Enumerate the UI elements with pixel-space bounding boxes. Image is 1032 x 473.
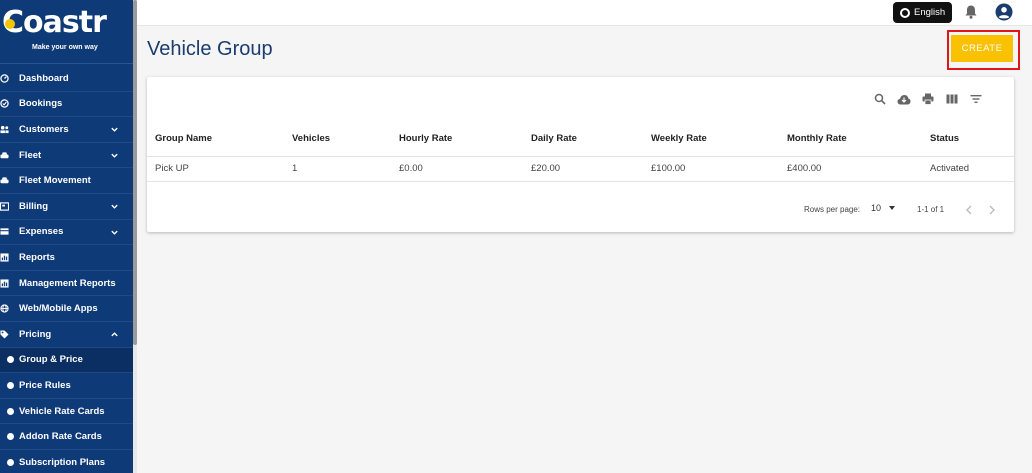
sidebar-item-label: Pricing bbox=[19, 328, 52, 340]
pagination-range: 1-1 of 1 bbox=[917, 205, 945, 214]
globe-icon bbox=[0, 304, 9, 313]
print-icon[interactable] bbox=[916, 92, 940, 106]
column-header-weekly-rate[interactable]: Weekly Rate bbox=[651, 133, 707, 144]
column-header-status[interactable]: Status bbox=[930, 133, 959, 144]
sidebar-subitem-subscription-plans[interactable]: Subscription Plans bbox=[0, 450, 133, 473]
sidebar-scrollbar[interactable] bbox=[133, 0, 137, 473]
reports-icon bbox=[0, 278, 9, 288]
column-header-hourly-rate[interactable]: Hourly Rate bbox=[399, 133, 452, 144]
sidebar-subitem-label: Subscription Plans bbox=[19, 456, 106, 468]
sidebar-item-label: Reports bbox=[19, 251, 55, 263]
language-label: English bbox=[914, 7, 946, 18]
rows-per-page-select[interactable]: 10 bbox=[871, 203, 896, 213]
header-divider bbox=[147, 156, 1014, 157]
sidebar-item-label: Billing bbox=[19, 200, 49, 212]
search-icon[interactable] bbox=[868, 92, 892, 106]
caret-down-icon bbox=[888, 206, 895, 210]
cell-group-name: Pick UP bbox=[155, 163, 189, 174]
rows-per-page-label: Rows per page: bbox=[804, 205, 861, 214]
column-header-monthly-rate[interactable]: Monthly Rate bbox=[787, 133, 847, 144]
car-icon bbox=[0, 151, 9, 160]
download-icon[interactable] bbox=[892, 92, 916, 106]
sidebar-item-pricing[interactable]: Pricing bbox=[0, 322, 133, 348]
page-title: Vehicle Group bbox=[147, 38, 273, 60]
cell-daily-rate: £20.00 bbox=[531, 163, 561, 174]
sidebar-item-web-mobile-apps[interactable]: Web/Mobile Apps bbox=[0, 296, 133, 322]
chevron-down-icon bbox=[111, 204, 118, 209]
expenses-icon bbox=[0, 227, 9, 236]
sidebar-subitem-addon-rate-cards[interactable]: Addon Rate Cards bbox=[0, 424, 133, 450]
check-circle-icon bbox=[0, 99, 9, 109]
create-button[interactable]: CREATE bbox=[951, 35, 1013, 62]
column-header-group-name[interactable]: Group Name bbox=[155, 133, 212, 144]
dashboard-icon bbox=[0, 74, 9, 83]
sidebar-subitem-group-price[interactable]: Group & Price bbox=[0, 347, 133, 374]
sidebar-item-label: Expenses bbox=[19, 226, 64, 238]
sidebar-subitem-label: Price Rules bbox=[19, 379, 71, 391]
sidebar-item-label: Fleet bbox=[19, 149, 42, 161]
bullet-icon bbox=[7, 381, 14, 389]
account-circle-icon[interactable] bbox=[995, 3, 1013, 21]
sidebar-item-fleet-movement[interactable]: Fleet Movement bbox=[0, 168, 133, 194]
sidebar-item-label: Bookings bbox=[19, 98, 63, 110]
sidebar-nav: Dashboard Bookings Customers Fleet Fleet… bbox=[0, 66, 133, 473]
column-header-daily-rate[interactable]: Daily Rate bbox=[531, 133, 577, 144]
language-button[interactable]: English bbox=[893, 2, 952, 23]
logo-wordmark: Coastr bbox=[2, 6, 107, 40]
sidebar-item-dashboard[interactable]: Dashboard bbox=[0, 66, 133, 92]
reports-icon bbox=[0, 253, 9, 262]
bullet-icon bbox=[7, 458, 14, 466]
sidebar-item-label: Management Reports bbox=[19, 277, 116, 289]
cell-weekly-rate: £100.00 bbox=[651, 163, 686, 174]
chevron-left-icon[interactable] bbox=[965, 205, 973, 215]
route-icon bbox=[0, 176, 9, 185]
cell-hourly-rate: £0.00 bbox=[399, 163, 423, 174]
chevron-up-icon bbox=[111, 332, 118, 337]
billing-icon bbox=[0, 202, 9, 211]
sidebar-item-expenses[interactable]: Expenses bbox=[0, 220, 133, 246]
sidebar-subitem-price-rules[interactable]: Price Rules bbox=[0, 373, 133, 399]
sidebar-item-reports[interactable]: Reports bbox=[0, 245, 133, 271]
sidebar-item-customers[interactable]: Customers bbox=[0, 117, 133, 143]
sidebar-subitem-label: Group & Price bbox=[19, 354, 83, 366]
cell-vehicles: 1 bbox=[292, 163, 298, 174]
bullet-icon bbox=[7, 356, 14, 364]
sidebar-item-label: Customers bbox=[19, 123, 69, 135]
sidebar-subitem-label: Addon Rate Cards bbox=[19, 431, 102, 443]
vehicle-group-table: Group Name Vehicles Hourly Rate Daily Ra… bbox=[147, 77, 1014, 232]
top-bar: English bbox=[137, 0, 1032, 26]
sidebar-item-label: Web/Mobile Apps bbox=[19, 303, 98, 315]
bullet-icon bbox=[7, 433, 14, 441]
column-header-vehicles[interactable]: Vehicles bbox=[292, 133, 330, 144]
sidebar-item-billing[interactable]: Billing bbox=[0, 194, 133, 220]
rows-per-page-value: 10 bbox=[871, 203, 882, 213]
sidebar-item-label: Dashboard bbox=[19, 72, 69, 84]
sidebar-subitem-vehicle-rate-cards[interactable]: Vehicle Rate Cards bbox=[0, 399, 133, 425]
sidebar: Coastr Make your own way Dashboard Booki… bbox=[0, 0, 137, 473]
logo-tagline: Make your own way bbox=[32, 44, 98, 51]
sidebar-subitem-label: Vehicle Rate Cards bbox=[19, 405, 105, 417]
tag-icon bbox=[0, 330, 9, 339]
brand-logo[interactable]: Coastr Make your own way bbox=[0, 0, 133, 64]
table-toolbar bbox=[868, 92, 988, 106]
sidebar-item-fleet[interactable]: Fleet bbox=[0, 143, 133, 169]
filter-list-icon[interactable] bbox=[964, 92, 988, 106]
chevron-down-icon bbox=[111, 153, 118, 158]
view-columns-icon[interactable] bbox=[940, 92, 964, 106]
cell-status: Activated bbox=[930, 163, 970, 174]
scrollbar-thumb[interactable] bbox=[133, 0, 137, 345]
sidebar-item-label: Fleet Movement bbox=[19, 175, 91, 187]
language-icon bbox=[900, 7, 910, 18]
row-divider bbox=[147, 181, 1014, 182]
sidebar-item-bookings[interactable]: Bookings bbox=[0, 92, 133, 118]
users-icon bbox=[0, 125, 9, 134]
chevron-down-icon bbox=[111, 230, 118, 235]
chevron-right-icon[interactable] bbox=[988, 205, 996, 215]
chevron-down-icon bbox=[111, 127, 118, 132]
sidebar-item-management-reports[interactable]: Management Reports bbox=[0, 271, 133, 297]
cell-monthly-rate: £400.00 bbox=[787, 163, 822, 174]
notification-bell-icon[interactable] bbox=[963, 4, 979, 20]
bullet-icon bbox=[7, 407, 14, 415]
